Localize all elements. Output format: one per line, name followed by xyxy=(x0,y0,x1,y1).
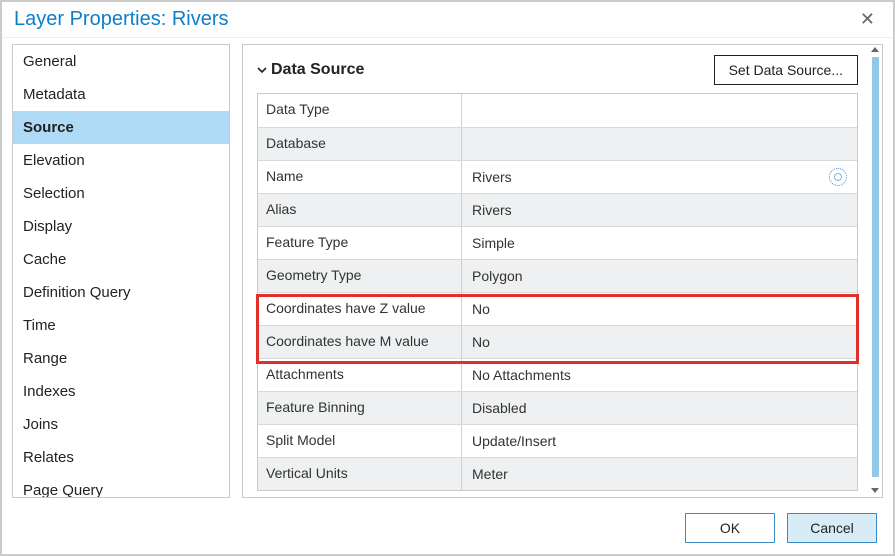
sidebar-item-display[interactable]: Display xyxy=(13,210,229,243)
grid-value: Update/Insert xyxy=(462,425,857,457)
scrollbar[interactable] xyxy=(868,45,882,497)
sidebar-item-elevation[interactable]: Elevation xyxy=(13,144,229,177)
locate-icon[interactable] xyxy=(829,168,847,186)
sidebar-item-range[interactable]: Range xyxy=(13,342,229,375)
sidebar-item-joins[interactable]: Joins xyxy=(13,408,229,441)
sidebar-item-label: Range xyxy=(23,350,67,367)
grid-label: Coordinates have M value xyxy=(258,326,462,358)
sidebar-item-selection[interactable]: Selection xyxy=(13,177,229,210)
grid-value: No Attachments xyxy=(462,359,857,391)
sidebar-item-label: Page Query xyxy=(23,482,103,498)
sidebar-item-relates[interactable]: Relates xyxy=(13,441,229,474)
set-data-source-button[interactable]: Set Data Source... xyxy=(714,55,858,85)
grid-value-text: Rivers xyxy=(472,169,512,185)
sidebar-item-cache[interactable]: Cache xyxy=(13,243,229,276)
grid-label: Alias xyxy=(258,194,462,226)
grid-label: Attachments xyxy=(258,359,462,391)
grid-label: Feature Binning xyxy=(258,392,462,424)
ok-button[interactable]: OK xyxy=(685,513,775,543)
dialog-body: General Metadata Source Elevation Select… xyxy=(2,38,893,502)
scroll-up-icon[interactable] xyxy=(871,47,879,52)
grid-label: Geometry Type xyxy=(258,260,462,292)
scroll-thumb[interactable] xyxy=(872,57,879,477)
main-content: Data Source Set Data Source... Data Type… xyxy=(243,45,868,497)
sidebar-item-source[interactable]: Source xyxy=(13,111,229,144)
grid-label: Database xyxy=(258,128,462,160)
grid-row-alias: Alias Rivers xyxy=(258,193,857,226)
grid-label: Data Type xyxy=(258,94,462,127)
section-header-row: Data Source Set Data Source... xyxy=(257,55,864,85)
sidebar-item-label: Cache xyxy=(23,251,66,268)
grid-value: Disabled xyxy=(462,392,857,424)
grid-value: No xyxy=(462,293,857,325)
sidebar-item-label: Relates xyxy=(23,449,74,466)
sidebar-item-indexes[interactable]: Indexes xyxy=(13,375,229,408)
grid-label: Coordinates have Z value xyxy=(258,293,462,325)
close-icon[interactable]: ✕ xyxy=(854,7,881,32)
sidebar-item-label: Time xyxy=(23,317,56,334)
grid-value xyxy=(462,128,857,160)
grid-row-attachments: Attachments No Attachments xyxy=(258,358,857,391)
grid-label: Feature Type xyxy=(258,227,462,259)
grid-row-name: Name Rivers xyxy=(258,160,857,193)
sidebar-item-label: Metadata xyxy=(23,86,86,103)
sidebar: General Metadata Source Elevation Select… xyxy=(12,44,230,498)
section-header[interactable]: Data Source xyxy=(257,61,364,79)
sidebar-item-label: Elevation xyxy=(23,152,85,169)
grid-value: Rivers xyxy=(462,194,857,226)
grid-label: Vertical Units xyxy=(258,458,462,490)
grid-row-database: Database xyxy=(258,127,857,160)
sidebar-item-time[interactable]: Time xyxy=(13,309,229,342)
sidebar-item-label: Selection xyxy=(23,185,85,202)
dialog-title: Layer Properties: Rivers xyxy=(14,8,229,31)
sidebar-item-label: Display xyxy=(23,218,72,235)
grid-row-split-model: Split Model Update/Insert xyxy=(258,424,857,457)
grid-value: Rivers xyxy=(462,161,857,193)
grid-value: No xyxy=(462,326,857,358)
layer-properties-dialog: Layer Properties: Rivers ✕ General Metad… xyxy=(0,0,895,556)
grid-value xyxy=(462,94,857,127)
grid-row-data-type: Data Type xyxy=(258,94,857,127)
sidebar-item-general[interactable]: General xyxy=(13,45,229,78)
grid-value: Simple xyxy=(462,227,857,259)
scroll-down-icon[interactable] xyxy=(871,488,879,493)
main-panel: Data Source Set Data Source... Data Type… xyxy=(242,44,883,498)
data-source-grid: Data Type Database Name Rivers xyxy=(257,93,858,491)
grid-row-m-value: Coordinates have M value No xyxy=(258,325,857,358)
sidebar-item-label: Source xyxy=(23,119,74,136)
sidebar-item-page-query[interactable]: Page Query xyxy=(13,474,229,498)
grid-row-feature-binning: Feature Binning Disabled xyxy=(258,391,857,424)
grid-label: Split Model xyxy=(258,425,462,457)
sidebar-item-label: Joins xyxy=(23,416,58,433)
grid-label: Name xyxy=(258,161,462,193)
sidebar-item-definition-query[interactable]: Definition Query xyxy=(13,276,229,309)
dialog-footer: OK Cancel xyxy=(2,502,893,554)
grid-row-geometry-type: Geometry Type Polygon xyxy=(258,259,857,292)
sidebar-item-label: Definition Query xyxy=(23,284,131,301)
sidebar-item-label: General xyxy=(23,53,76,70)
grid-row-feature-type: Feature Type Simple xyxy=(258,226,857,259)
titlebar: Layer Properties: Rivers ✕ xyxy=(2,2,893,38)
section-title: Data Source xyxy=(271,61,364,79)
grid-value: Polygon xyxy=(462,260,857,292)
grid-value: Meter xyxy=(462,458,857,490)
cancel-button[interactable]: Cancel xyxy=(787,513,877,543)
sidebar-item-metadata[interactable]: Metadata xyxy=(13,78,229,111)
grid-row-z-value: Coordinates have Z value No xyxy=(258,292,857,325)
grid-row-vertical-units: Vertical Units Meter xyxy=(258,457,857,490)
sidebar-item-label: Indexes xyxy=(23,383,76,400)
chevron-down-icon xyxy=(257,65,267,75)
